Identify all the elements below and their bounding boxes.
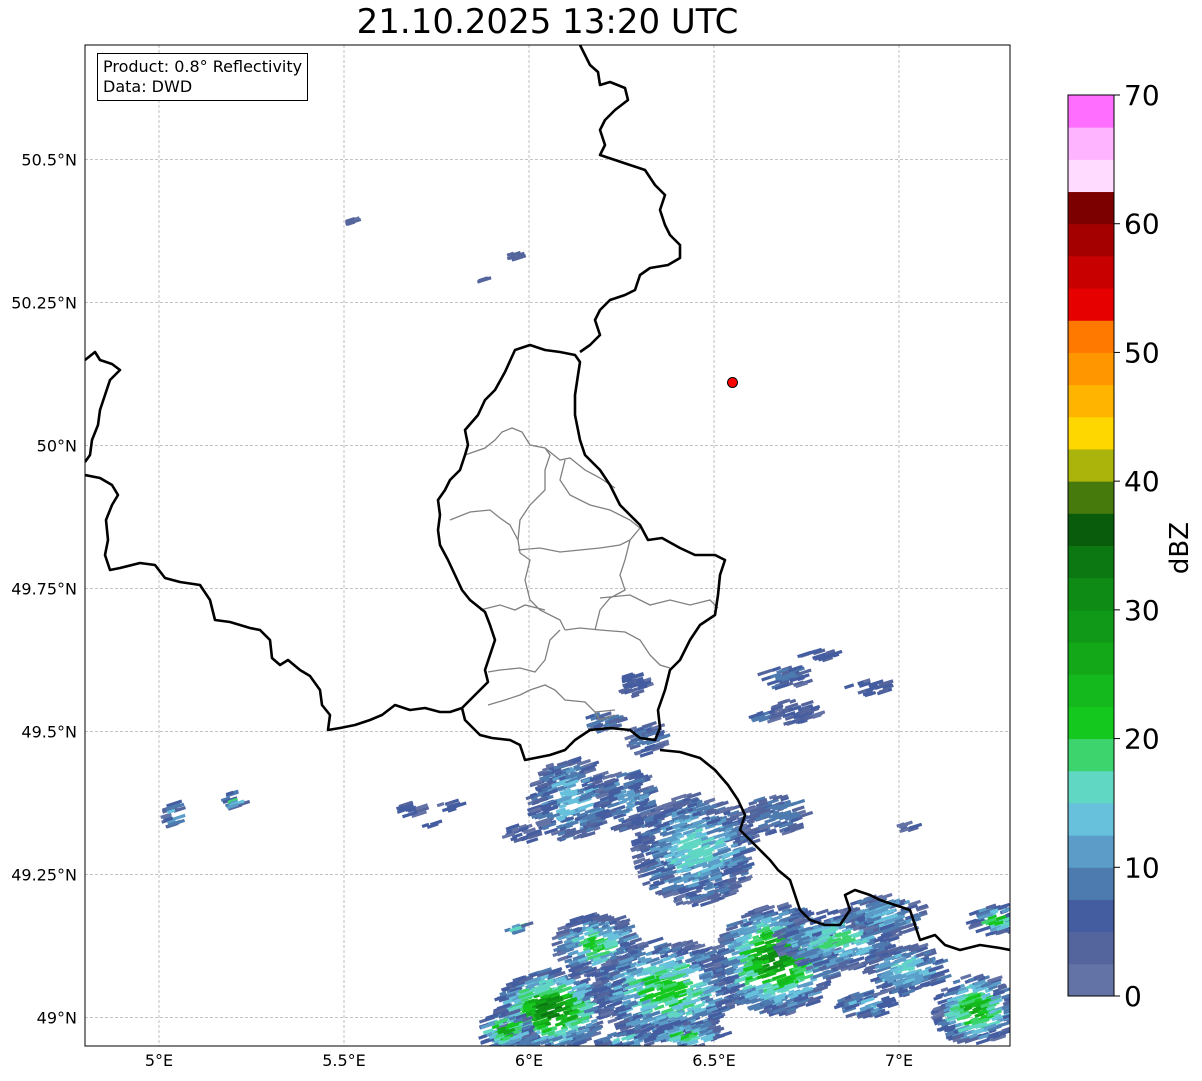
colorbar-segment xyxy=(1068,835,1114,868)
colorbar: 0 10 20 30 40 50 60 70 xyxy=(1067,79,1160,1013)
radar-site-marker xyxy=(727,376,738,388)
product-info-box: Product: 0.8° Reflectivity Data: DWD xyxy=(97,53,309,101)
lat-tick-label: 49.75°N xyxy=(11,579,77,598)
colorbar-segment xyxy=(1068,770,1114,804)
colorbar-unit-label: dBZ xyxy=(1165,521,1195,575)
colorbar-segment xyxy=(1068,642,1114,675)
lat-tick-label: 49°N xyxy=(37,1008,77,1027)
colorbar-segment xyxy=(1068,931,1114,965)
colorbar-segment xyxy=(1068,609,1114,643)
colorbar-tick-label: 10 xyxy=(1124,851,1160,884)
lon-tick-label: 5.5°E xyxy=(322,1051,366,1070)
radar-map: 5°E 5.5°E 6°E 6.5°E 7°E 49°N 49.25°N 49.5°N 49.7… xyxy=(11,44,1160,1070)
colorbar-segment xyxy=(1068,481,1114,514)
lat-tick-label: 50.5°N xyxy=(21,150,77,169)
colorbar-tick-label: 0 xyxy=(1124,980,1142,1013)
colorbar-segment xyxy=(1068,384,1114,418)
colorbar-tick-label: 30 xyxy=(1124,594,1160,627)
colorbar-segment xyxy=(1068,288,1114,321)
colorbar-segment xyxy=(1068,352,1114,386)
colorbar-segment xyxy=(1068,255,1114,289)
lon-tick-label: 6°E xyxy=(515,1051,543,1070)
colorbar-segment xyxy=(1068,513,1114,546)
lat-tick-label: 49.5°N xyxy=(21,722,77,741)
colorbar-segment xyxy=(1068,963,1114,997)
colorbar-segment xyxy=(1068,127,1114,160)
colorbar-segment xyxy=(1068,577,1114,611)
colorbar-segment xyxy=(1068,223,1114,257)
data-source-label: Data: DWD xyxy=(103,77,193,96)
colorbar-segment xyxy=(1068,320,1114,353)
colorbar-segment xyxy=(1068,448,1114,482)
colorbar-segment xyxy=(1068,95,1114,128)
radar-echo-cell xyxy=(1013,923,1020,928)
lat-tick-label: 50°N xyxy=(37,436,77,455)
colorbar-tick-label: 60 xyxy=(1124,208,1160,241)
colorbar-segment xyxy=(1068,867,1114,900)
colorbar-segment xyxy=(1068,802,1114,836)
colorbar-segment xyxy=(1068,159,1114,193)
product-label: Product: 0.8° Reflectivity xyxy=(103,57,303,76)
lon-tick-label: 7°E xyxy=(885,1051,913,1070)
colorbar-tick-label: 40 xyxy=(1124,465,1160,498)
lon-tick-label: 5°E xyxy=(145,1051,173,1070)
colorbar-segment xyxy=(1068,706,1114,740)
lat-tick-label: 49.25°N xyxy=(11,865,77,884)
colorbar-segment xyxy=(1068,899,1114,933)
colorbar-segment xyxy=(1068,545,1114,579)
colorbar-tick-label: 70 xyxy=(1124,79,1160,112)
colorbar-tick-label: 50 xyxy=(1124,336,1160,369)
site-marker xyxy=(727,376,738,388)
colorbar-segment xyxy=(1068,674,1114,707)
lat-tick-label: 50.25°N xyxy=(11,293,77,312)
colorbar-segment xyxy=(1068,416,1114,450)
colorbar-segment xyxy=(1068,738,1114,772)
colorbar-segment xyxy=(1068,191,1114,225)
radar-echo-cell xyxy=(1011,914,1018,919)
lon-tick-label: 6.5°E xyxy=(692,1051,736,1070)
radar-echo-cell xyxy=(550,1047,559,1053)
colorbar-tick-label: 20 xyxy=(1124,723,1160,756)
